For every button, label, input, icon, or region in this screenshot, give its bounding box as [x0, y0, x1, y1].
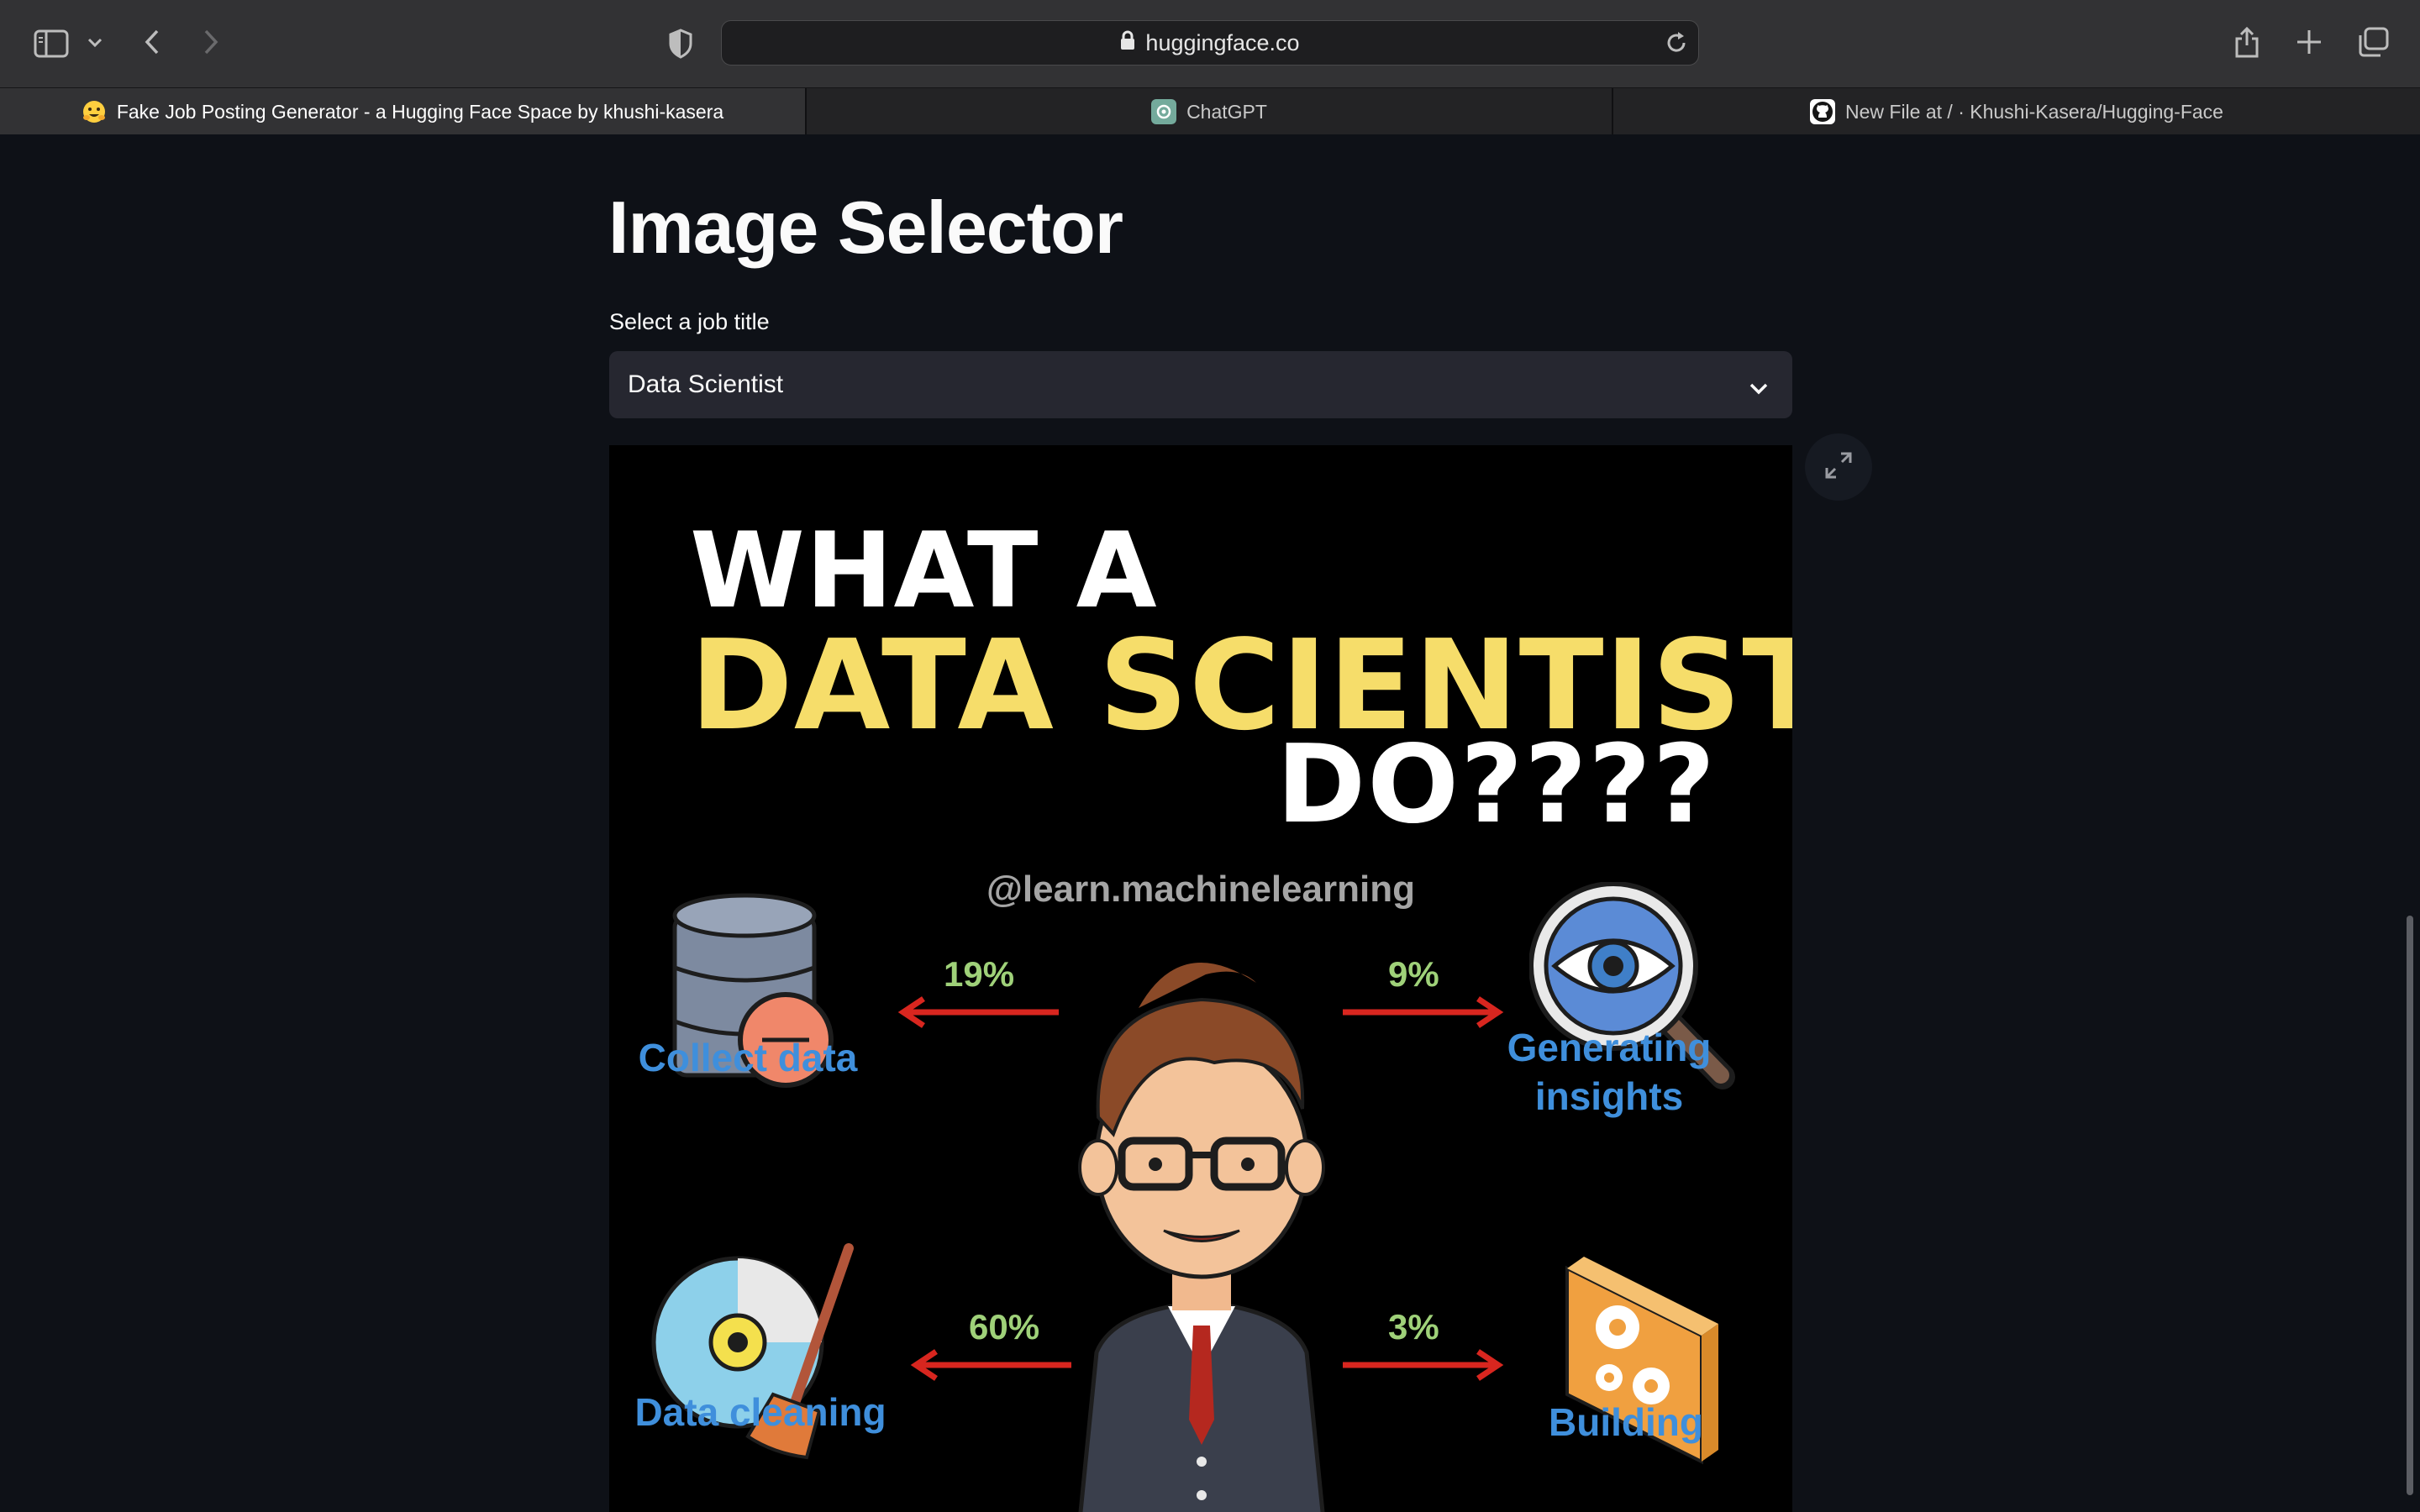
percent-generating-insights: 9%	[1388, 954, 1439, 994]
selected-job-title: Data Scientist	[628, 370, 784, 398]
fullscreen-button[interactable]	[1805, 433, 1872, 501]
expand-arrows-icon	[1824, 451, 1853, 484]
tab-overview-icon[interactable]	[2354, 25, 2391, 59]
tab-fake-job-posting-generator[interactable]: Fake Job Posting Generator - a Hugging F…	[0, 88, 805, 135]
page-scrollbar[interactable]	[2407, 916, 2413, 1495]
tab-label: New File at / · Khushi-Kasera/Hugging-Fa…	[1845, 100, 2223, 123]
hugging-face-emoji-icon	[82, 99, 107, 124]
arrow-right-icon	[1343, 996, 1504, 1028]
chevron-down-icon[interactable]	[84, 32, 106, 54]
job-title-select[interactable]: Data Scientist	[609, 351, 1792, 418]
activity-collect-data: Collect data	[638, 1036, 858, 1079]
arrow-left-icon	[910, 1349, 1071, 1381]
infographic-line-3: DO????	[1276, 722, 1717, 848]
chatgpt-logo-icon	[1151, 99, 1177, 124]
browser-toolbar: huggingface.co	[0, 0, 2420, 87]
arrow-right-icon	[1343, 1349, 1504, 1381]
chevron-down-icon	[1749, 375, 1769, 403]
reload-icon[interactable]	[1665, 31, 1688, 59]
tab-label: ChatGPT	[1186, 100, 1267, 123]
forward-arrow-icon[interactable]	[198, 25, 224, 59]
tab-chatgpt[interactable]: ChatGPT	[807, 88, 1612, 135]
arrow-left-icon	[897, 996, 1059, 1028]
app-content: Image Selector Select a job title Data S…	[0, 134, 2420, 1512]
activity-generating-insights: Generating insights	[1507, 1026, 1712, 1118]
activity-data-cleaning: Data cleaning	[634, 1390, 886, 1434]
percent-building: 3%	[1388, 1307, 1439, 1347]
share-icon[interactable]	[2230, 24, 2264, 60]
data-scientist-character-illustration	[1078, 963, 1325, 1512]
tab-github-new-file[interactable]: New File at / · Khushi-Kasera/Hugging-Fa…	[1613, 88, 2420, 135]
url-text: huggingface.co	[1145, 29, 1300, 55]
address-bar[interactable]: huggingface.co	[721, 20, 1699, 66]
new-tab-plus-icon[interactable]	[2292, 25, 2326, 59]
tab-label: Fake Job Posting Generator - a Hugging F…	[116, 100, 724, 123]
privacy-shield-icon[interactable]	[666, 27, 696, 60]
percent-collect-data: 19%	[944, 954, 1015, 994]
github-logo-icon	[1810, 99, 1835, 124]
select-label: Select a job title	[609, 309, 770, 334]
sidebar-toggle-icon[interactable]	[32, 27, 71, 60]
activity-building: Building	[1549, 1400, 1703, 1444]
percent-data-cleaning: 60%	[969, 1307, 1040, 1347]
job-infographic-image: WHAT A DATA SCIENTIST DO???? @learn.mach…	[609, 445, 1792, 1512]
lock-icon	[1120, 30, 1135, 56]
tab-strip: Fake Job Posting Generator - a Hugging F…	[0, 87, 2420, 135]
back-arrow-icon[interactable]	[139, 25, 165, 59]
page-title: Image Selector	[608, 186, 1123, 269]
